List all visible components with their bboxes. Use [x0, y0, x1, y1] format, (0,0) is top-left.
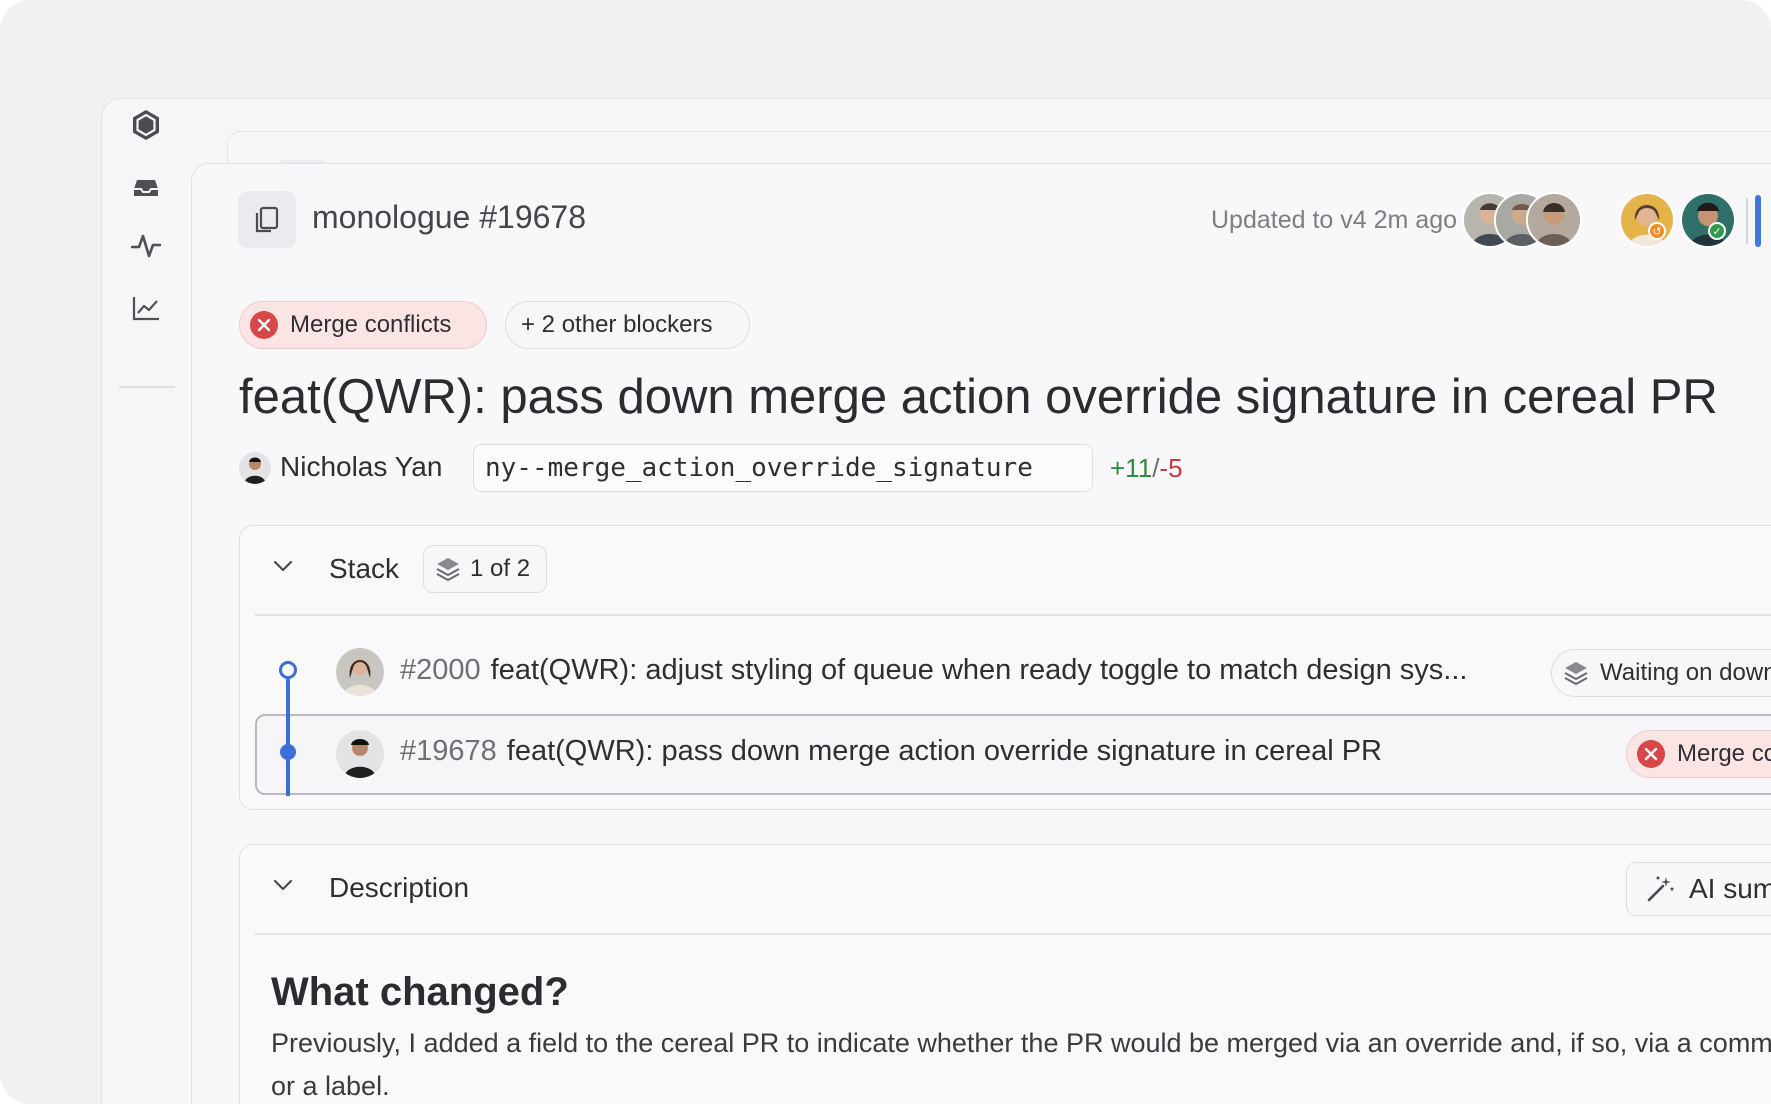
repo-pr-title: monologue #19678	[312, 199, 587, 235]
stack-item-number: #2000	[400, 654, 481, 686]
stack-title: Stack	[329, 553, 400, 584]
stack-connector-line	[286, 678, 290, 796]
merge-conflicts-label: Merge conflicts	[290, 311, 452, 338]
inbox-icon[interactable]	[128, 170, 164, 206]
description-collapse-chevron-icon[interactable]	[270, 872, 296, 898]
stack-count-chip[interactable]: 1 of 2	[423, 545, 547, 593]
sidebar-divider	[119, 386, 175, 388]
sidebar-rail	[101, 98, 191, 1104]
merge-conflicts-status-badge[interactable]: Merge conflicts	[1626, 730, 1771, 778]
error-x-icon	[250, 311, 278, 339]
stack-count-label: 1 of 2	[470, 555, 531, 582]
error-x-icon	[1637, 740, 1665, 768]
insights-chart-icon[interactable]	[128, 290, 164, 326]
stack-header-divider	[255, 614, 1771, 616]
diff-deletions: -5	[1159, 453, 1183, 483]
description-header-divider	[255, 933, 1771, 935]
author-name[interactable]: Nicholas Yan	[280, 451, 442, 483]
diff-additions: +11	[1110, 453, 1153, 483]
waiting-status-badge[interactable]: Waiting on downstack	[1551, 649, 1771, 697]
ai-summary-label: AI summary	[1689, 873, 1771, 904]
merge-conflicts-status-label: Merge conflicts	[1677, 740, 1771, 767]
stack-node-current-icon	[280, 744, 296, 760]
layers-icon	[1562, 659, 1590, 687]
app-logo-icon[interactable]	[128, 107, 164, 143]
branch-name-chip[interactable]: ny--merge_action_override_signature	[473, 444, 1093, 492]
author-avatar[interactable]	[239, 452, 271, 484]
approved-check-icon: ✓	[1708, 222, 1726, 240]
reviewer-avatar[interactable]	[1526, 192, 1582, 248]
stack-item-title: feat(QWR): adjust styling of queue when …	[490, 654, 1468, 686]
stack-item-avatar[interactable]	[336, 730, 384, 778]
waiting-status-label: Waiting on downstack	[1600, 659, 1771, 686]
activity-icon[interactable]	[128, 228, 164, 264]
stack-item-row[interactable]: #2000 feat(QWR): adjust styling of queue …	[400, 654, 1467, 687]
diff-stat: +11/-5	[1110, 453, 1183, 484]
other-blockers-button[interactable]: + 2 other blockers	[505, 301, 750, 349]
reviewer-avatar[interactable]	[1619, 192, 1675, 248]
stack-node-upstack-icon	[279, 661, 297, 679]
description-title: Description	[329, 872, 470, 903]
stack-item-title: feat(QWR): pass down merge action overri…	[506, 735, 1382, 767]
copy-document-icon[interactable]	[238, 191, 296, 248]
header-divider	[1746, 198, 1748, 244]
primary-action-edge[interactable]	[1755, 195, 1761, 247]
description-heading: What changed?	[271, 970, 569, 1014]
magic-wand-icon	[1645, 874, 1675, 904]
stack-item-row[interactable]: #19678 feat(QWR): pass down merge action …	[400, 735, 1382, 768]
layers-icon	[434, 555, 462, 583]
ai-summary-button[interactable]: AI summary	[1626, 862, 1771, 916]
reviewer-avatar[interactable]	[1680, 192, 1736, 248]
updated-timestamp: Updated to v4 2m ago	[1211, 206, 1457, 234]
description-body: Previously, I added a field to the cerea…	[271, 1028, 1771, 1101]
stack-item-number: #19678	[400, 735, 497, 767]
pr-title: feat(QWR): pass down merge action overri…	[239, 370, 1718, 424]
changes-requested-icon: ↺	[1648, 222, 1666, 240]
merge-conflicts-badge[interactable]: Merge conflicts	[239, 301, 487, 349]
stack-collapse-chevron-icon[interactable]	[270, 553, 296, 579]
stack-item-avatar[interactable]	[336, 648, 384, 696]
